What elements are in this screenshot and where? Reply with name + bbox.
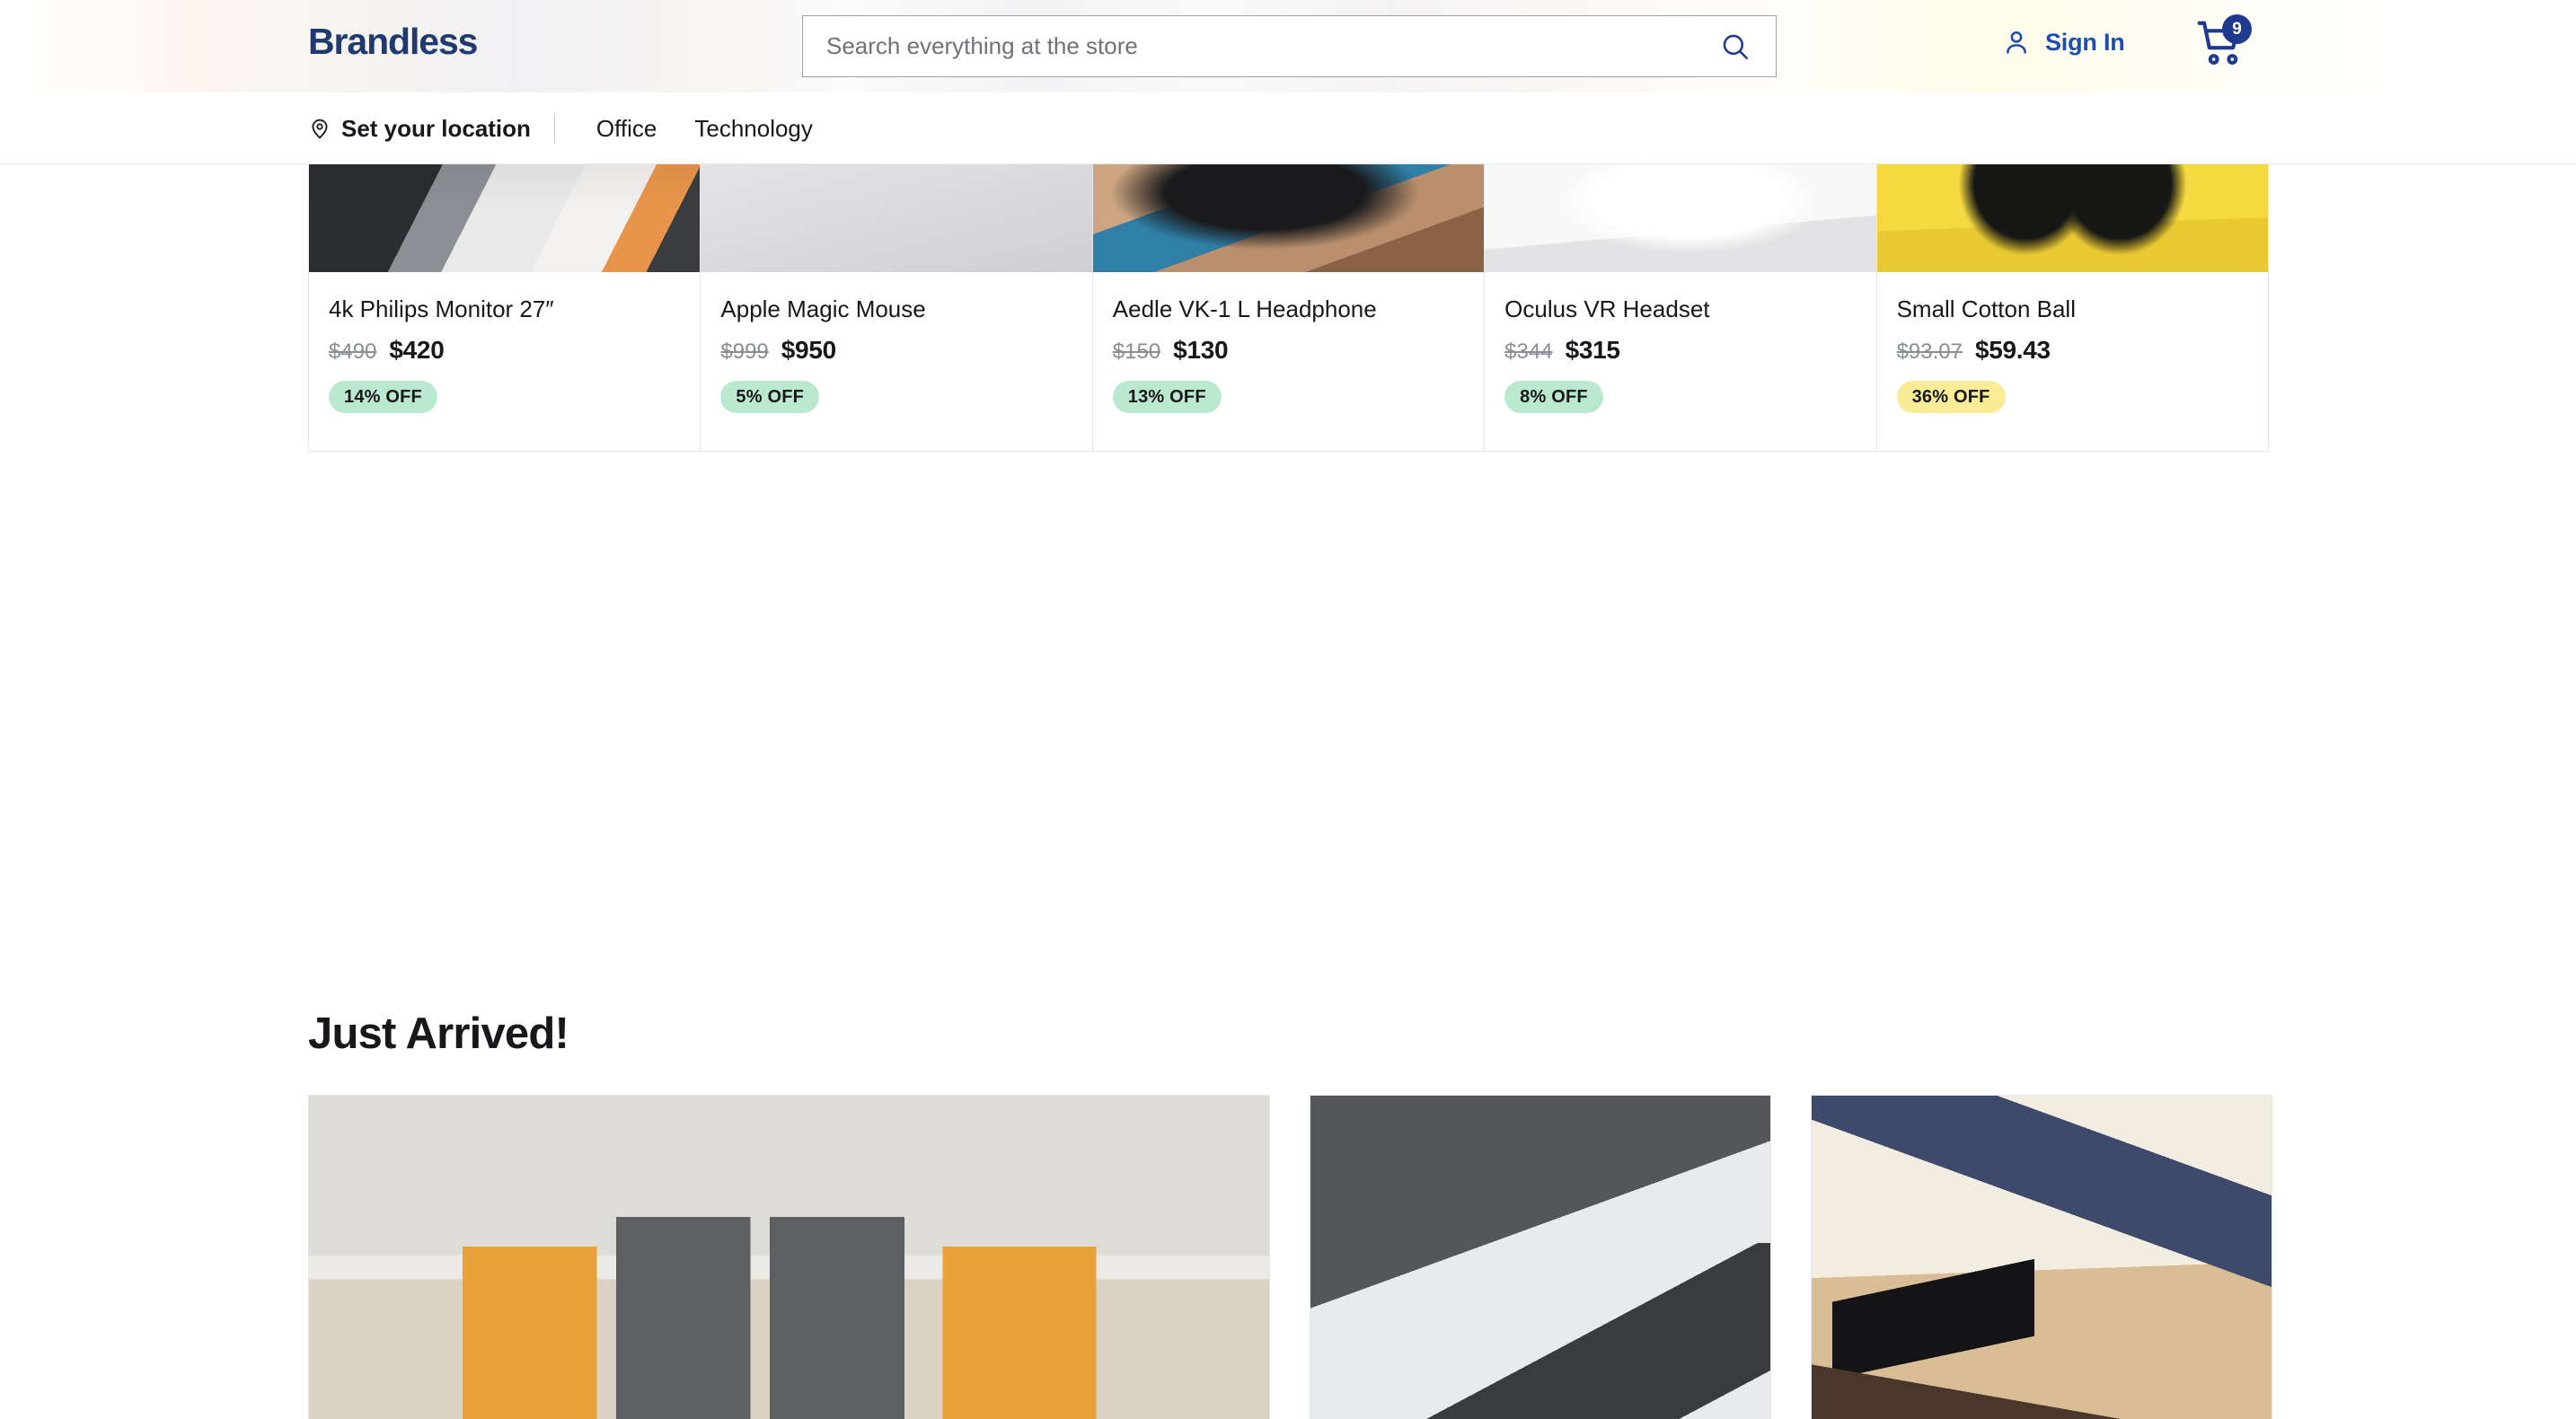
map-pin-icon [312,119,328,139]
product-title: Aedle VK-1 L Headphone [1112,296,1377,322]
search-bar[interactable] [802,15,1777,77]
product-card[interactable]: Handmade Plastic Chips 14% OFF $344.74 $… [308,1095,1271,1419]
product-title: Oculus VR Headset [1504,296,1710,322]
discount-badge: 8% OFF [1504,380,1603,413]
current-price: $420 [389,335,445,364]
current-price: $315 [1565,335,1620,364]
product-card[interactable]: Apple Magic Mouse $999 $950 5% OFF [700,164,1093,452]
original-price: $150 [1112,339,1161,364]
discount-badge: 5% OFF [720,380,820,413]
search-button[interactable] [1715,26,1756,67]
site-logo[interactable]: Brandless [308,23,478,60]
section-heading: Just Arrived! [308,1009,569,1058]
set-location-label: Set your location [341,114,531,142]
nav-item-technology[interactable]: Technology [694,115,813,143]
just-arrived-section: Just Arrived! Handmade Plastic Chips 14%… [0,452,2576,1419]
discount-badge: 36% OFF [1896,380,2006,413]
product-thumbnail [309,164,701,272]
original-price: $999 [720,339,769,364]
just-arrived-grid: Handmade Plastic Chips 14% OFF $344.74 $… [308,1095,2272,1419]
product-title: Apple Magic Mouse [720,296,926,322]
product-thumbnail [701,164,1092,272]
search-icon [1723,34,1749,59]
set-location-button[interactable]: Set your location [308,115,554,143]
product-card[interactable]: Aedle VK-1 L Headphone $150 $130 13% OFF [1091,164,1486,452]
product-image [309,1096,1270,1419]
price-row: $150 $130 [1113,336,1464,365]
cart-button[interactable]: 9 [2194,14,2252,72]
product-thumbnail [1485,164,1876,272]
original-price: $344 [1504,339,1553,364]
featured-products-strip: 4k Philips Monitor 27″ $490 $420 14% OFF… [0,164,2576,452]
sign-in-button[interactable]: Sign In [2001,27,2125,57]
product-card[interactable]: 4k Philips Monitor 27″ $490 $420 14% OFF [308,164,701,452]
user-icon [2007,31,2026,54]
product-image [1812,1096,2272,1419]
price-row: $490 $420 [329,336,680,365]
current-price: $130 [1173,335,1229,364]
cart-count-badge: 9 [2222,14,2252,44]
product-card[interactable]: Ergonomic Granite Mouse 18% OFF $785.72 … [1310,1095,1772,1419]
category-nav: Set your location Office Technology [0,93,2576,164]
product-image [1310,1096,1771,1419]
sign-in-label: Sign In [2045,28,2125,56]
product-card[interactable]: Oculus VR Headset $344 $315 8% OFF [1484,164,1877,452]
price-row: $93.07 $59.43 [1897,336,2248,365]
current-price: $950 [781,335,836,364]
current-price: $59.43 [1974,335,2051,364]
search-input[interactable] [826,16,1715,76]
product-thumbnail [1092,164,1485,272]
product-strip-list: 4k Philips Monitor 27″ $490 $420 14% OFF… [308,164,2272,452]
price-row: $999 $950 [720,336,1072,365]
discount-badge: 13% OFF [1112,380,1222,413]
product-card[interactable]: Ergonomic Granite Chair Refined 30% OFF … [1811,1095,2272,1419]
product-thumbnail [1876,164,2268,272]
original-price: $490 [329,339,377,364]
price-row: $344 $315 [1504,336,1856,365]
original-price: $93.07 [1896,339,1963,364]
site-header: Brandless Sign In 9 [0,0,2576,93]
nav-item-office[interactable]: Office [596,115,657,143]
discount-badge: 14% OFF [329,380,437,413]
product-card[interactable]: Small Cotton Ball $93.07 $59.43 36% OFF [1875,164,2269,452]
product-title: Small Cotton Ball [1896,296,2076,322]
nav-divider [553,113,555,144]
product-title: 4k Philips Monitor 27″ [329,296,554,322]
